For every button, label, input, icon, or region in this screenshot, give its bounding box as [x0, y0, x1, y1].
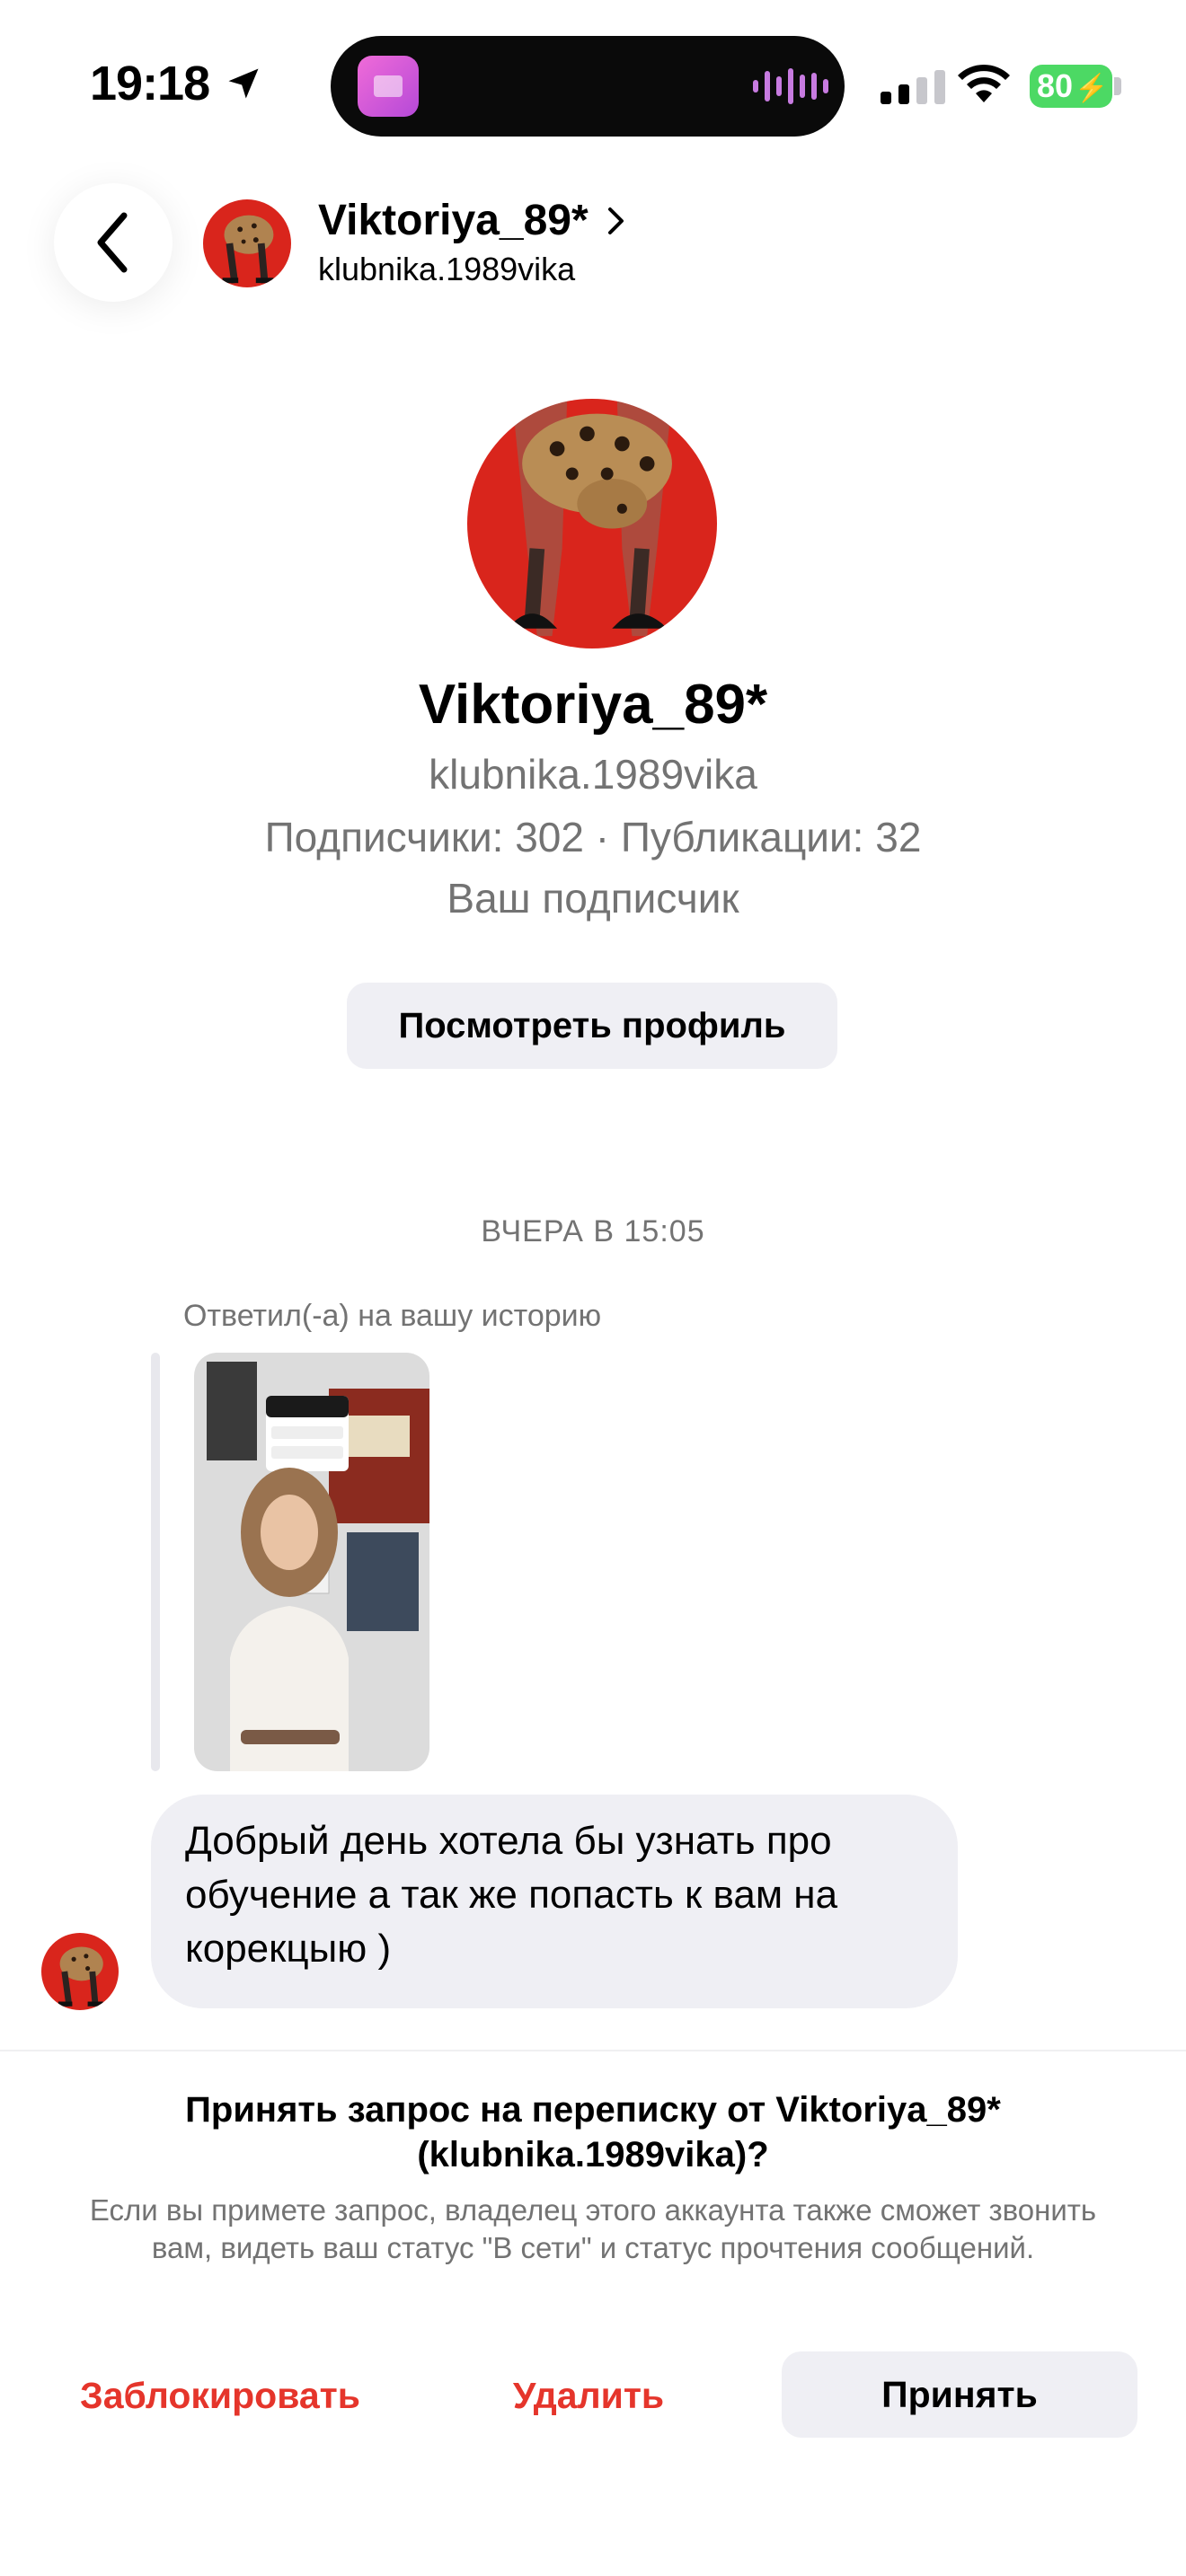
header-username: klubnika.1989vika: [318, 251, 576, 287]
location-arrow-icon: [228, 68, 259, 99]
profile-name: Viktoriya_89*: [418, 674, 768, 736]
accept-button[interactable]: Принять: [782, 2351, 1137, 2438]
request-description: Если вы примете запрос, владелец этого а…: [89, 2193, 1097, 2264]
header-avatar[interactable]: [203, 199, 291, 287]
message-bubble[interactable]: Добрый день хотела бы узнать про обучени…: [151, 1795, 958, 2008]
delete-button[interactable]: Удалить: [467, 2353, 710, 2438]
header-name: Viktoriya_89*: [318, 197, 589, 244]
view-profile-button[interactable]: Посмотреть профиль: [347, 983, 837, 1069]
battery-level: 80: [1037, 67, 1074, 104]
sender-avatar[interactable]: [41, 1933, 119, 2010]
request-title: Принять запрос на переписку от Viktoriya…: [185, 2090, 1001, 2175]
story-thumbnail[interactable]: [194, 1353, 429, 1771]
battery-charging-icon: 80⚡: [1030, 65, 1112, 108]
audio-waveform-icon: [753, 68, 828, 104]
clock-text: 19:18: [90, 57, 210, 110]
story-reply-label: Ответил(-а) на вашу историю: [183, 1299, 602, 1333]
panel-divider: [0, 2050, 1186, 2051]
profile-stats: Подписчики: 302 · Публикации: 32: [264, 814, 922, 860]
notes-app-icon: [358, 56, 419, 117]
message-timestamp: ВЧЕРА В 15:05: [481, 1214, 705, 1248]
block-button[interactable]: Заблокировать: [54, 2353, 386, 2438]
follow-status: Ваш подписчик: [447, 875, 739, 922]
back-button[interactable]: [54, 183, 173, 302]
reply-quote-bar: [151, 1353, 160, 1771]
chevron-right-icon: [607, 207, 624, 234]
profile-username: klubnika.1989vika: [429, 751, 757, 798]
header-name-link[interactable]: Viktoriya_89*: [318, 196, 626, 246]
signal-icon: [881, 70, 945, 104]
back-chevron-icon: [97, 212, 128, 273]
profile-avatar[interactable]: [467, 399, 717, 648]
dynamic-island[interactable]: [331, 36, 845, 137]
battery-cap: [1114, 77, 1121, 95]
wifi-icon: [958, 64, 1010, 102]
status-time: 19:18: [90, 52, 263, 115]
